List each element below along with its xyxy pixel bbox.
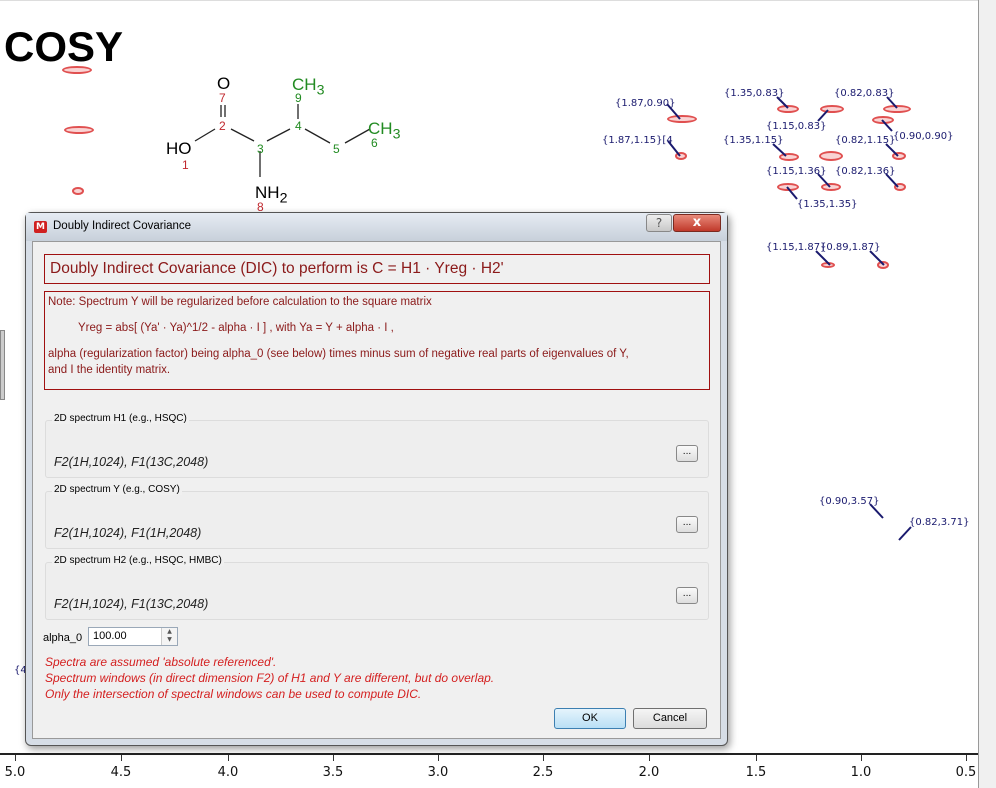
ok-button[interactable]: OK [554,708,626,729]
group-spectrum-h2: 2D spectrum H2 (e.g., HSQC, HMBC) F2(1H,… [45,555,709,620]
tick [121,755,122,761]
spectrum-h1-value: F2(1H,1024), F1(13C,2048) [54,455,209,469]
tick [966,755,967,761]
dialog-title: Doubly Indirect Covariance [53,220,192,232]
tick [228,755,229,761]
spectrum-y-value: F2(1H,1024), F1(1H,2048) [54,526,202,540]
dic-dialog: M Doubly Indirect Covariance ? x Doubly … [25,212,728,746]
group-spectrum-y: 2D spectrum Y (e.g., COSY) F2(1H,1024), … [45,484,709,549]
browse-y-button[interactable]: ... [676,516,698,533]
tick-label: 5.0 [4,765,26,780]
dialog-body: Doubly Indirect Covariance (DIC) to perf… [32,241,721,739]
tick-label: 4.0 [217,765,239,780]
group-spectrum-h1: 2D spectrum H1 (e.g., HSQC) F2(1H,1024),… [45,413,709,478]
tick-label: 3.0 [427,765,449,780]
group-label: 2D spectrum H2 (e.g., HSQC, HMBC) [52,555,224,566]
x-axis: 5.0 4.5 4.0 3.5 3.0 2.5 2.0 1.5 1.0 0.5 [0,753,978,788]
tick-label: 3.5 [322,765,344,780]
tick-label: 4.5 [110,765,132,780]
regularization-note: Note: Spectrum Y will be regularized bef… [44,291,710,390]
tick-label: 0.5 [955,765,977,780]
note-line: Note: Spectrum Y will be regularized bef… [48,296,432,308]
tick-label: 1.0 [850,765,872,780]
tick [438,755,439,761]
cancel-button[interactable]: Cancel [633,708,707,729]
browse-h2-button[interactable]: ... [676,587,698,604]
warning-text: Only the intersection of spectral window… [45,687,422,701]
tick [543,755,544,761]
note-line: and I the identity matrix. [48,364,171,376]
dialog-titlebar[interactable]: M Doubly Indirect Covariance ? x [26,213,727,241]
help-button[interactable]: ? [646,214,672,232]
dic-heading: Doubly Indirect Covariance (DIC) to perf… [44,254,710,284]
tick-label: 1.5 [745,765,767,780]
alpha-label: alpha_0 [43,632,83,644]
browse-h1-button[interactable]: ... [676,445,698,462]
tick-label: 2.5 [532,765,554,780]
tick [756,755,757,761]
vertical-scrollbar[interactable] [978,0,996,788]
tick [15,755,16,761]
splitter-handle[interactable] [0,330,5,400]
tick-label: 2.0 [638,765,660,780]
note-formula: Yreg = abs[ (Ya' · Ya)^1/2 - alpha · I ]… [78,322,394,334]
warning-text: Spectrum windows (in direct dimension F2… [45,671,495,685]
tick [861,755,862,761]
group-label: 2D spectrum H1 (e.g., HSQC) [52,413,189,424]
tick [649,755,650,761]
close-button[interactable]: x [673,214,721,232]
alpha-spinner[interactable]: ▲ ▼ [161,628,177,645]
spectrum-h2-value: F2(1H,1024), F1(13C,2048) [54,597,209,611]
group-label: 2D spectrum Y (e.g., COSY) [52,484,182,495]
warning-text: Spectra are assumed 'absolute referenced… [45,655,277,669]
app-icon: M [34,221,47,233]
tick [333,755,334,761]
note-line: alpha (regularization factor) being alph… [48,348,629,360]
